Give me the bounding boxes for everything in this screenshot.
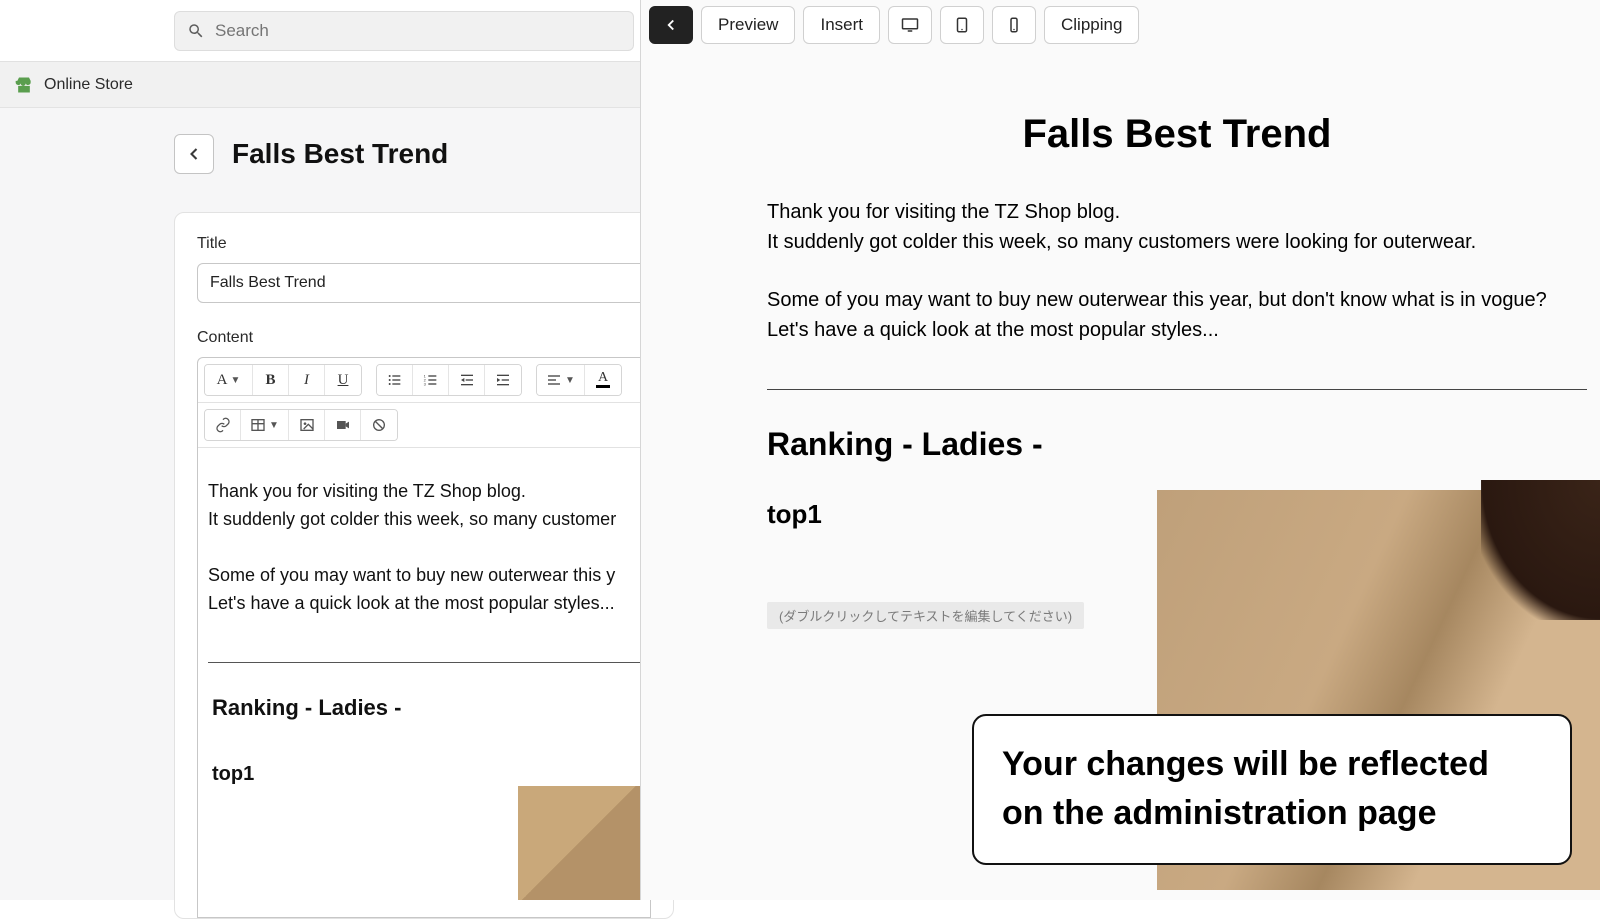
preview-article: Falls Best Trend Thank you for visiting … <box>767 112 1587 530</box>
italic-button[interactable]: I <box>289 365 325 395</box>
editor-paragraph: Let's have a quick look at the most popu… <box>208 590 640 618</box>
editor-paragraph: It suddenly got colder this week, so man… <box>208 506 640 534</box>
preview-title: Falls Best Trend <box>767 112 1587 157</box>
rte-toolbar: A▼ B I U 123 ▼ ▼ <box>197 357 651 448</box>
title-label: Title <box>197 235 651 253</box>
text-color-button[interactable] <box>585 365 621 395</box>
preview-paragraph: Thank you for visiting the TZ Shop blog. <box>767 197 1587 227</box>
editor-paragraph: Some of you may want to buy new outerwea… <box>208 562 640 590</box>
info-callout: Your changes will be reflected on the ad… <box>972 714 1572 865</box>
title-input[interactable] <box>197 263 651 303</box>
preview-paragraph: Some of you may want to buy new outerwea… <box>767 285 1587 315</box>
editor-paragraph: Thank you for visiting the TZ Shop blog. <box>208 478 640 506</box>
video-button[interactable] <box>325 410 361 440</box>
editor-divider <box>208 662 640 663</box>
preview-divider <box>767 389 1587 390</box>
editor-top1: top1 <box>212 759 640 790</box>
underline-button[interactable]: U <box>325 365 361 395</box>
desktop-view-button[interactable] <box>888 6 932 44</box>
editor-product-image[interactable] <box>518 786 640 900</box>
preview-paragraph: Let's have a quick look at the most popu… <box>767 315 1587 345</box>
table-dropdown[interactable]: ▼ <box>241 410 289 440</box>
insert-button[interactable]: Insert <box>803 6 880 44</box>
preview-button[interactable]: Preview <box>701 6 795 44</box>
admin-top-bar <box>0 0 640 62</box>
outdent-button[interactable] <box>449 365 485 395</box>
bullet-list-button[interactable] <box>377 365 413 395</box>
nav-online-store[interactable]: Online Store <box>0 62 640 108</box>
mobile-view-button[interactable] <box>992 6 1036 44</box>
search-input[interactable] <box>215 21 621 41</box>
nav-online-store-label: Online Store <box>44 76 133 94</box>
preview-paragraph: It suddenly got colder this week, so man… <box>767 227 1587 257</box>
back-button[interactable] <box>174 134 214 174</box>
editor-ranking-heading: Ranking - Ladies - <box>212 691 640 725</box>
preview-back-button[interactable] <box>649 6 693 44</box>
preview-ranking-heading: Ranking - Ladies - <box>767 426 1587 463</box>
clear-format-button[interactable] <box>361 410 397 440</box>
tablet-view-button[interactable] <box>940 6 984 44</box>
callout-line-2: on the administration page <box>1002 789 1542 838</box>
image-button[interactable] <box>289 410 325 440</box>
content-label: Content <box>197 329 651 347</box>
clipping-button[interactable]: Clipping <box>1044 6 1139 44</box>
link-button[interactable] <box>205 410 241 440</box>
font-family-dropdown[interactable]: A▼ <box>205 365 253 395</box>
bold-button[interactable]: B <box>253 365 289 395</box>
store-icon <box>14 75 34 95</box>
search-field[interactable] <box>174 11 634 51</box>
indent-button[interactable] <box>485 365 521 395</box>
callout-line-1: Your changes will be reflected <box>1002 740 1542 789</box>
numbered-list-button[interactable]: 123 <box>413 365 449 395</box>
preview-toolbar: Preview Insert Clipping <box>649 6 1139 44</box>
edit-placeholder-hint[interactable]: (ダブルクリックしてテキストを編集してください) <box>767 602 1084 629</box>
search-icon <box>187 22 205 40</box>
align-dropdown[interactable]: ▼ <box>537 365 585 395</box>
svg-text:3: 3 <box>423 381 426 386</box>
page-title: Falls Best Trend <box>232 138 448 170</box>
